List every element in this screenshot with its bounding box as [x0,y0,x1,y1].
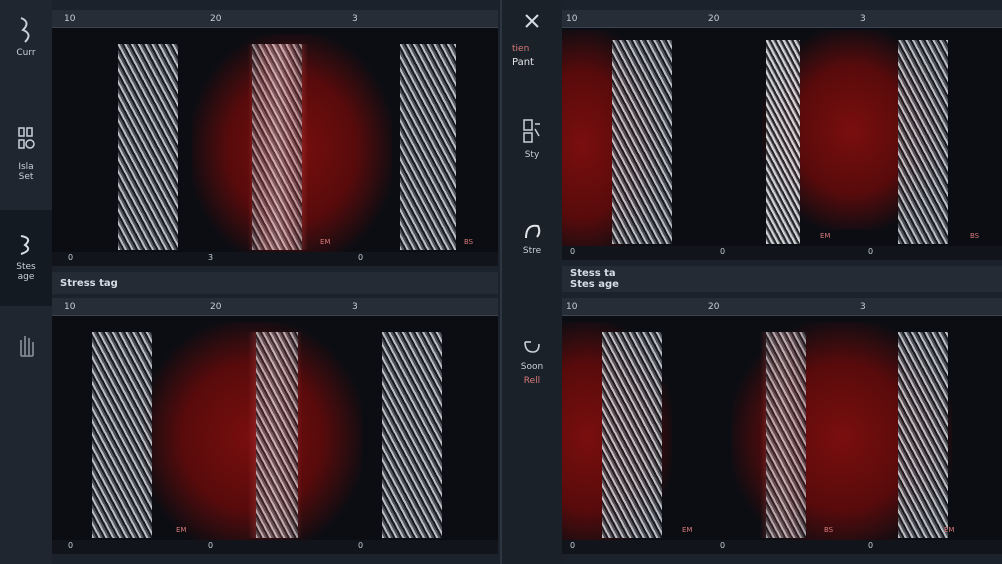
ruler-tick: 3 [352,302,358,312]
marker-label: EM [320,238,331,246]
tool-grid-label: Isla Set [18,162,34,182]
patient-name: Pant [512,57,534,68]
echo-viewer: Curr Isla Set Stes age 10 20 3 0 3 0 EM … [0,0,1002,564]
ruler-tick: 20 [708,14,720,24]
ruler-tick: 10 [64,14,76,24]
ultrasound-image [562,30,1002,260]
axis-tick: 0 [570,541,576,550]
ruler-tick: 10 [566,14,578,24]
stage-bar-left[interactable]: Stress tag [52,272,498,294]
close-button[interactable] [502,12,562,30]
axis-tick: 3 [208,253,214,262]
stage-label: Stess ta [570,268,616,279]
ruler-tick: 3 [352,14,358,24]
loop-icon [524,341,540,353]
tool-cursor-label: Curr [16,48,36,58]
echo-panel-top-left[interactable]: 10 20 3 0 3 0 EM BS [52,10,498,266]
cursor-icon [20,17,30,43]
arrow-icon [525,224,541,239]
tool-loop-label: Soon [520,362,544,372]
tool-stress-label: Stes age [16,262,36,282]
ultrasound-image [562,322,1002,552]
axis-tick: 0 [208,541,214,550]
bottom-axis: 0 0 0 EM BS EM [562,526,1002,554]
tool-layout-label: Sty [524,150,540,160]
ultrasound-image [52,34,498,264]
ruler-tick: 10 [566,302,578,312]
ruler-tick: 20 [210,302,222,312]
ruler: 10 20 3 [52,10,498,28]
middle-toolbar: tien Pant Sty Stre Soon Rell [500,0,562,564]
axis-tick: 0 [868,541,874,550]
ruler: 10 20 3 [52,298,498,316]
hand-icon [20,336,34,357]
tool-arrow[interactable]: Stre [502,220,562,256]
patient-label: tien Pant [502,44,562,68]
axis-tick: 0 [358,541,364,550]
bottom-axis: 0 0 0 EM [52,526,498,554]
marker-label: BS [824,526,834,534]
stress-icon [20,235,30,255]
tool-loop-sub: Rell [523,376,541,386]
bottom-axis: 0 3 0 EM BS [52,238,498,266]
layout-icon [523,119,540,143]
ruler-tick: 10 [64,302,76,312]
axis-tick: 0 [68,253,74,262]
marker-label: EM [682,526,693,534]
ruler-tick: 20 [708,302,720,312]
stage-label: Stress tag [60,277,118,289]
stage-label: Stes age [570,279,619,290]
echo-panel-bottom-right[interactable]: 10 20 3 0 0 0 EM BS EM [562,298,1002,554]
tool-cursor[interactable]: Curr [0,14,52,58]
tool-loop[interactable]: Soon Rell [502,336,562,386]
marker-label: EM [944,526,955,534]
ruler-tick: 3 [860,14,866,24]
stage-bar-right[interactable]: Stess ta Stes age [562,266,1002,292]
ultrasound-image [52,322,498,552]
axis-tick: 0 [868,247,874,256]
tool-arrow-label: Stre [522,246,542,256]
axis-tick: 0 [720,541,726,550]
ruler-tick: 3 [860,302,866,312]
tool-hand[interactable] [0,330,52,360]
left-toolbar: Curr Isla Set Stes age [0,0,52,564]
ruler: 10 20 3 [562,298,1002,316]
echo-panel-top-right[interactable]: 10 20 3 0 0 0 EM BS [562,10,1002,260]
bottom-axis: 0 0 0 EM BS [562,232,1002,260]
echo-panel-bottom-left[interactable]: 10 20 3 0 0 0 EM [52,298,498,554]
ruler-tick: 20 [210,14,222,24]
ruler: 10 20 3 [562,10,1002,28]
tool-stress[interactable]: Stes age [0,210,52,306]
marker-label: EM [176,526,187,534]
patient-sub: tien [512,44,530,54]
axis-tick: 0 [68,541,74,550]
axis-tick: 0 [358,253,364,262]
marker-label: BS [970,232,980,240]
axis-tick: 0 [720,247,726,256]
marker-label: BS [464,238,474,246]
tool-grid[interactable]: Isla Set [0,124,52,182]
marker-label: EM [820,232,831,240]
tool-layout[interactable]: Sty [502,116,562,160]
axis-tick: 0 [570,247,576,256]
grid-icon [18,127,35,149]
close-icon [525,14,539,28]
